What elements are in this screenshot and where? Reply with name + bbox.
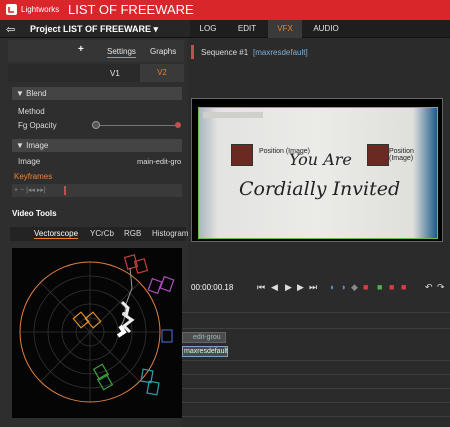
replace-icon[interactable]: ■: [401, 282, 406, 292]
insert-icon[interactable]: ■: [377, 282, 382, 292]
frame-overlay-bar: [203, 112, 263, 118]
mark-in-icon[interactable]: ◖: [329, 282, 334, 292]
overwrite-icon[interactable]: ■: [389, 282, 394, 292]
track-divider: [182, 328, 450, 329]
image-value[interactable]: main-edit-gro: [137, 157, 181, 166]
track-divider: [182, 402, 450, 403]
keyframes-label: Keyframes: [14, 172, 53, 181]
fg-opacity-label: Fg Opacity: [18, 121, 57, 130]
track-divider: [182, 374, 450, 375]
track-divider: [182, 360, 450, 361]
delete-icon[interactable]: ■: [363, 282, 368, 292]
blend-section-header[interactable]: ▼ Blend: [12, 87, 182, 100]
tab-vectorscope[interactable]: Vectorscope: [34, 229, 79, 239]
position-handle-right[interactable]: [367, 144, 389, 166]
fg-opacity-slider-track[interactable]: [96, 125, 176, 126]
tab-edit[interactable]: EDIT: [230, 20, 264, 38]
add-effect-button[interactable]: +: [78, 44, 84, 55]
lightworks-logo-icon: [6, 4, 17, 15]
tab-v2[interactable]: V2: [140, 64, 184, 82]
exit-icon[interactable]: ⇦: [6, 23, 15, 36]
viewer-panel[interactable]: Position (Image) Position (Image) You Ar…: [191, 98, 443, 242]
image-section-header[interactable]: ▼ Image: [12, 139, 182, 152]
rewind-icon[interactable]: ⏮: [257, 282, 265, 293]
keyframe-playhead[interactable]: [64, 186, 66, 195]
timeline-clip-edit-group[interactable]: edit-grou: [182, 332, 226, 343]
tab-log[interactable]: LOG: [190, 20, 226, 38]
keyframe-bar: + − |◂◂ ▸▸|: [12, 184, 182, 197]
clear-marks-icon[interactable]: ◆: [351, 282, 358, 293]
clip-label: maxresdefault: [184, 348, 228, 355]
tab-audio[interactable]: AUDIO: [306, 20, 346, 38]
clip-label: edit-grou: [193, 334, 221, 341]
invite-line-2: Cordially Invited: [239, 178, 401, 200]
keyframe-dot-icon[interactable]: [175, 122, 181, 128]
scope-tabs: Vectorscope YCrCb RGB Histogram: [10, 227, 188, 241]
tab-rgb[interactable]: RGB: [124, 229, 141, 238]
keyframe-tools[interactable]: + − |◂◂ ▸▸|: [14, 186, 46, 194]
tab-graphs[interactable]: Graphs: [150, 47, 176, 56]
sequence-header: Sequence #1 [maxresdefault]: [191, 44, 450, 62]
play-icon[interactable]: ▶: [285, 282, 292, 293]
transport-bar: 00:00:00.18 ⏮ ◀ ▶ ▶ ⏭ ◖ ◗ ◆ ■ ■ ■ ■ ↶ ↷: [191, 279, 450, 297]
mark-out-icon[interactable]: ◗: [341, 282, 346, 292]
fg-opacity-slider-knob[interactable]: [92, 121, 100, 129]
step-forward-icon[interactable]: ▶: [297, 282, 304, 293]
project-selector[interactable]: Project LIST OF FREEWARE ▾: [30, 24, 158, 35]
effects-subheader: + Settings Graphs: [8, 40, 184, 62]
position-label-right: Position (Image): [389, 148, 414, 162]
tab-settings[interactable]: Settings: [107, 47, 136, 58]
image-label: Image: [18, 157, 41, 166]
redo-icon[interactable]: ↷: [437, 282, 445, 293]
main-tabs: LOG EDIT VFX AUDIO: [190, 20, 450, 38]
vectorscope-display: [12, 248, 182, 418]
track-tabs: V1 V2: [8, 64, 184, 82]
timeline-clip-maxresdefault[interactable]: maxresdefault: [182, 346, 228, 357]
project-bar: ⇦ Project LIST OF FREEWARE ▾: [0, 20, 190, 38]
step-back-icon[interactable]: ◀: [271, 282, 278, 293]
track-divider: [182, 416, 450, 417]
sequence-name: Sequence #1: [201, 48, 249, 57]
invite-line-1: You Are: [289, 150, 352, 169]
fast-forward-icon[interactable]: ⏭: [309, 282, 317, 293]
tab-vfx[interactable]: VFX: [268, 20, 302, 38]
method-label: Method: [18, 107, 45, 116]
position-handle-left[interactable]: [231, 144, 253, 166]
sequence-marker: [191, 45, 194, 59]
video-tools-label: Video Tools: [12, 209, 57, 218]
window-title: LIST OF FREEWARE: [68, 2, 194, 17]
video-frame[interactable]: Position (Image) Position (Image) You Ar…: [198, 107, 438, 239]
tab-v1[interactable]: V1: [110, 69, 120, 78]
app-name: Lightworks: [21, 5, 60, 14]
undo-icon[interactable]: ↶: [425, 282, 433, 293]
title-bar: Lightworks LIST OF FREEWARE: [0, 0, 450, 20]
tab-histogram[interactable]: Histogram: [152, 229, 188, 238]
sequence-format: [maxresdefault]: [253, 48, 308, 57]
track-divider: [182, 388, 450, 389]
tab-ycrcb[interactable]: YCrCb: [90, 229, 114, 238]
timecode-display[interactable]: 00:00:00.18: [191, 283, 233, 292]
timeline-panel[interactable]: edit-grou maxresdefault: [182, 302, 450, 427]
timeline-ruler: [182, 312, 450, 313]
